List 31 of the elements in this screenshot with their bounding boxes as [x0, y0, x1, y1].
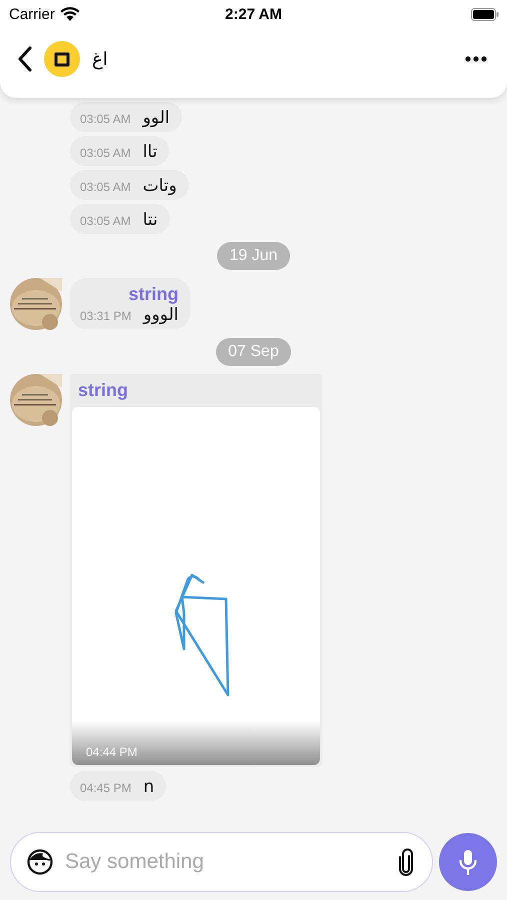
image-message[interactable]: string 04:44 PM	[70, 374, 322, 767]
chat-title: اغ	[92, 48, 108, 70]
message-text: الوو	[142, 108, 170, 128]
carrier-name: Carrier	[9, 6, 55, 22]
message-time: 03:31 PM	[80, 309, 132, 325]
date-separator: 07 Sep	[216, 338, 291, 366]
message-text: تاا	[142, 142, 158, 162]
message-text: الووو	[143, 305, 178, 325]
back-icon[interactable]	[18, 46, 32, 72]
message-time: 04:45 PM	[80, 781, 132, 797]
message-time: 03:05 AM	[80, 112, 131, 128]
microphone-icon	[459, 849, 477, 875]
message-text: نتا	[142, 210, 158, 230]
message-input[interactable]: Say something	[63, 849, 388, 875]
sender-name: string	[77, 379, 130, 402]
wifi-icon	[60, 7, 80, 21]
sender-name: string	[128, 284, 178, 305]
emoji-icon[interactable]	[27, 849, 53, 875]
clock-time: 2:27 AM	[225, 6, 282, 22]
logo-icon	[44, 41, 80, 77]
battery-icon	[471, 8, 499, 20]
message-time: 04:44 PM	[85, 745, 138, 761]
paperclip-icon[interactable]	[398, 848, 414, 876]
message-time: 03:05 AM	[80, 214, 131, 230]
more-icon[interactable]	[465, 56, 487, 62]
date-separator: 19 Jun	[217, 242, 290, 270]
message-text: وتات	[142, 176, 177, 196]
message-field[interactable]: Say something	[10, 832, 433, 892]
message-time: 03:05 AM	[80, 146, 131, 162]
message-time: 03:05 AM	[80, 180, 131, 196]
message-text: n	[143, 777, 154, 797]
